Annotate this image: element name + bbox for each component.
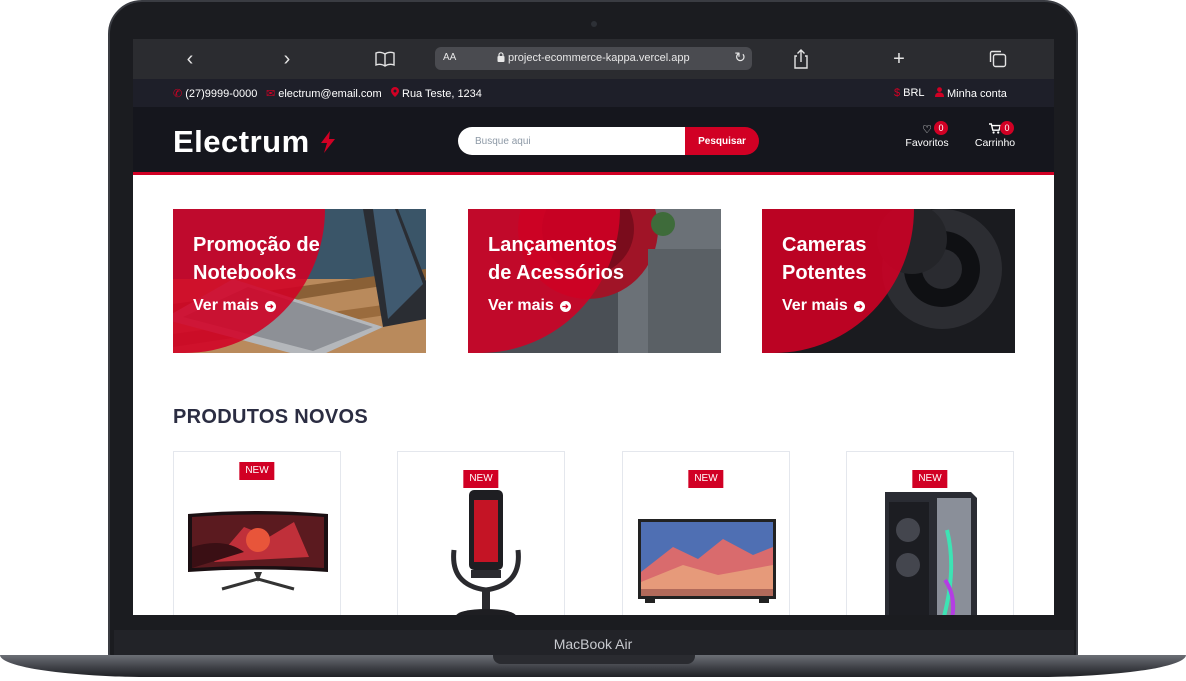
television-image xyxy=(638,519,776,603)
see-more-label: Ver mais xyxy=(488,297,554,314)
currency-selector[interactable]: $ BRL xyxy=(894,87,925,99)
cart-count-badge: 0 xyxy=(1000,121,1014,135)
top-info-bar: ✆ (27)9999-0000 ✉ electrum@email.com Rua… xyxy=(133,79,1054,107)
new-badge: NEW xyxy=(463,470,499,488)
favorites-button[interactable]: ♡ Favoritos 0 xyxy=(897,121,957,149)
arrow-circle-right-icon: ➜ xyxy=(853,300,865,312)
arrow-circle-right-icon: ➜ xyxy=(559,300,571,312)
banner-title: Lançamentos de Acessórios xyxy=(488,231,678,287)
banner-see-more-link[interactable]: Ver mais ➜ xyxy=(488,297,571,315)
url-label: project-ecommerce-kappa.vercel.app xyxy=(508,52,690,64)
text-size-button[interactable]: AA xyxy=(443,52,456,63)
product-card[interactable]: NEW xyxy=(173,451,341,615)
promo-banner-accessories[interactable]: Lançamentos de Acessórios Ver mais ➜ xyxy=(468,209,721,353)
favorites-label: Favoritos xyxy=(905,137,949,149)
site-header: Electrum Pesquisar ♡ Favoritos 0 Carrinh… xyxy=(133,107,1054,175)
lock-icon xyxy=(497,52,505,62)
banner-title: Promoção de Notebooks xyxy=(193,231,383,287)
browser-toolbar: ‹ › AA project-ecommerce-kappa.vercel.ap… xyxy=(133,39,1054,79)
screen: ‹ › AA project-ecommerce-kappa.vercel.ap… xyxy=(133,39,1054,615)
dollar-icon: $ xyxy=(894,87,901,99)
currency-text: BRL xyxy=(903,87,925,99)
phone-icon: ✆ xyxy=(173,88,183,100)
address-bar[interactable]: AA project-ecommerce-kappa.vercel.app ↻ xyxy=(435,47,752,70)
user-icon xyxy=(935,87,944,100)
product-card[interactable]: NEW xyxy=(622,451,790,615)
heart-icon: ♡ xyxy=(922,124,932,136)
cart-button[interactable]: Carrinho 0 xyxy=(965,121,1025,149)
see-more-label: Ver mais xyxy=(193,297,259,314)
section-title: PRODUTOS NOVOS xyxy=(173,406,368,428)
shopping-cart-icon xyxy=(965,123,1025,137)
map-marker-icon xyxy=(391,87,399,100)
product-card[interactable]: NEW xyxy=(397,451,565,615)
new-badge: NEW xyxy=(912,470,948,488)
banner-title-line: Potentes xyxy=(782,262,867,284)
curved-monitor-image xyxy=(188,511,328,591)
webcam xyxy=(591,21,597,27)
account-text: Minha conta xyxy=(947,87,1007,100)
search-button[interactable]: Pesquisar xyxy=(685,127,759,155)
promo-banner-notebooks[interactable]: Promoção de Notebooks Ver mais ➜ xyxy=(173,209,426,353)
address-contact[interactable]: Rua Teste, 1234 xyxy=(391,87,482,100)
search-form: Pesquisar xyxy=(458,127,759,155)
banner-title-line: Lançamentos xyxy=(488,234,617,256)
banner-title-line: Cameras xyxy=(782,234,867,256)
promo-banner-cameras[interactable]: Cameras Potentes Ver mais ➜ xyxy=(762,209,1015,353)
new-tab-icon[interactable]: + xyxy=(884,39,914,79)
favorites-count-badge: 0 xyxy=(934,121,948,135)
laptop-model-label: MacBook Air xyxy=(553,636,633,652)
see-more-label: Ver mais xyxy=(782,297,848,314)
back-icon[interactable]: ‹ xyxy=(175,39,205,79)
pc-case-image xyxy=(885,492,977,615)
new-badge: NEW xyxy=(239,462,275,480)
search-input[interactable] xyxy=(458,127,686,155)
banner-title: Cameras Potentes xyxy=(782,231,972,287)
laptop-notch xyxy=(493,655,695,664)
arrow-circle-right-icon: ➜ xyxy=(264,300,276,312)
bookmarks-icon[interactable] xyxy=(370,39,400,79)
cart-label: Carrinho xyxy=(974,137,1016,149)
share-icon[interactable] xyxy=(786,39,816,79)
email-contact[interactable]: ✉ electrum@email.com xyxy=(266,87,382,101)
banner-see-more-link[interactable]: Ver mais ➜ xyxy=(782,297,865,315)
banner-title-line: de Acessórios xyxy=(488,262,624,284)
phone-text: (27)9999-0000 xyxy=(185,87,258,100)
product-card[interactable]: NEW xyxy=(846,451,1014,615)
url-text: project-ecommerce-kappa.vercel.app xyxy=(497,52,690,64)
banner-title-line: Notebooks xyxy=(193,262,297,284)
banner-title-line: Promoção de xyxy=(193,234,320,256)
phone-contact[interactable]: ✆ (27)9999-0000 xyxy=(173,87,258,101)
new-badge: NEW xyxy=(688,470,724,488)
microphone-image xyxy=(451,490,521,615)
lightning-bolt-icon xyxy=(319,131,337,158)
address-text: Rua Teste, 1234 xyxy=(402,87,482,100)
email-text: electrum@email.com xyxy=(278,87,382,100)
site-logo[interactable]: Electrum xyxy=(173,124,310,160)
tabs-overview-icon[interactable] xyxy=(983,39,1013,79)
envelope-icon: ✉ xyxy=(266,88,276,100)
my-account-link[interactable]: Minha conta xyxy=(935,87,1007,100)
forward-icon[interactable]: › xyxy=(272,39,302,79)
banner-see-more-link[interactable]: Ver mais ➜ xyxy=(193,297,276,315)
reload-icon[interactable]: ↻ xyxy=(734,49,746,66)
